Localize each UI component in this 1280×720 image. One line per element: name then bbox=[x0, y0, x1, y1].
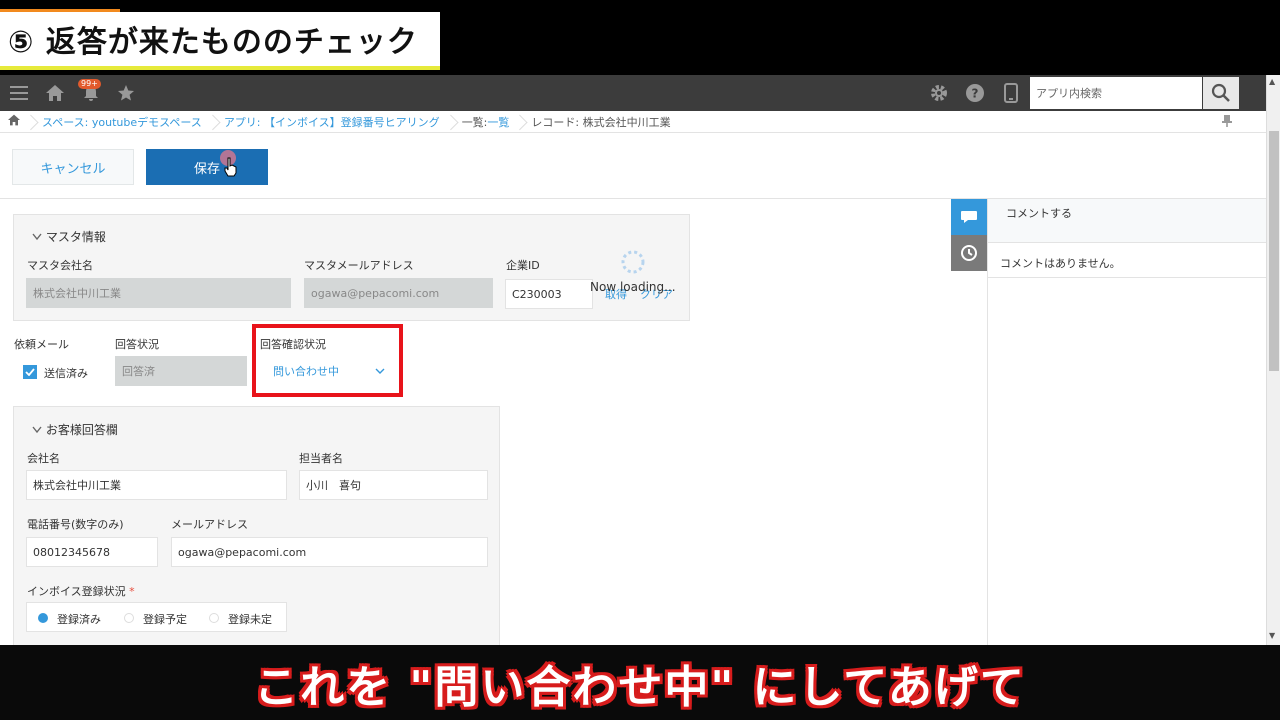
chevron-down-icon bbox=[32, 233, 42, 241]
mail-label: メールアドレス bbox=[171, 518, 248, 531]
answer-status-label: 回答状況 bbox=[115, 338, 159, 351]
breadcrumb-space[interactable]: スペース: youtubeデモスペース bbox=[42, 114, 202, 130]
comment-empty-text: コメントはありません。 bbox=[1000, 257, 1121, 270]
annotation-highlight-box bbox=[252, 324, 403, 397]
gear-icon[interactable] bbox=[928, 82, 950, 104]
scroll-up-arrow-icon[interactable]: ▲ bbox=[1269, 77, 1275, 86]
invoice-status-label-text: インボイス登録状況 bbox=[27, 585, 126, 598]
menu-icon[interactable] bbox=[8, 82, 30, 104]
chapter-banner: ⑤ 返答が来たもののチェック bbox=[0, 9, 440, 70]
master-group-title: マスタ情報 bbox=[45, 230, 106, 244]
global-header: 99+ ? bbox=[0, 75, 1266, 111]
breadcrumb-separator bbox=[208, 111, 218, 133]
cancel-button[interactable]: キャンセル bbox=[12, 149, 134, 185]
company-name-input[interactable]: 株式会社中川工業 bbox=[26, 470, 287, 500]
star-icon[interactable] bbox=[115, 82, 137, 104]
page-scrollbar[interactable]: ▲ ▼ bbox=[1266, 75, 1280, 645]
breadcrumb-app[interactable]: アプリ: 【インボイス】登録番号ヒアリング bbox=[224, 114, 440, 130]
comment-pane: コメントする コメントはありません。 bbox=[987, 199, 1267, 645]
breadcrumb: スペース: youtubeデモスペース アプリ: 【インボイス】登録番号ヒアリン… bbox=[0, 111, 1266, 133]
required-mark: * bbox=[129, 585, 135, 598]
breadcrumb-list[interactable]: 一覧 bbox=[487, 114, 509, 130]
loading-spinner-icon bbox=[621, 250, 645, 274]
help-icon[interactable]: ? bbox=[964, 82, 986, 104]
comment-input[interactable]: コメントする bbox=[988, 199, 1267, 243]
radio-planned-label: 登録予定 bbox=[143, 613, 187, 626]
sent-checkbox[interactable] bbox=[23, 365, 37, 379]
radio-registered[interactable] bbox=[38, 613, 48, 623]
breadcrumb-separator bbox=[515, 111, 525, 133]
save-button[interactable]: 保存 bbox=[146, 149, 268, 185]
loading-text: Now loading... bbox=[590, 280, 676, 294]
chapter-title: ⑤ 返答が来たもののチェック bbox=[8, 25, 418, 60]
history-tab[interactable] bbox=[951, 235, 987, 271]
subtitle-bar: これを "問い合わせ中" にしてあげて bbox=[0, 645, 1280, 720]
radio-planned[interactable] bbox=[124, 613, 134, 623]
phone-label: 電話番号(数字のみ) bbox=[27, 518, 124, 531]
breadcrumb-home-icon[interactable] bbox=[8, 114, 20, 129]
customer-group-toggle[interactable]: お客様回答欄 bbox=[32, 421, 118, 438]
customer-group-title: お客様回答欄 bbox=[45, 423, 118, 437]
notification-badge: 99+ bbox=[78, 79, 101, 89]
answer-status-field: 回答済 bbox=[115, 356, 247, 386]
breadcrumb-list-prefix: 一覧: bbox=[461, 115, 488, 129]
radio-undecided[interactable] bbox=[209, 613, 219, 623]
mail-input[interactable]: ogawa@pepacomi.com bbox=[171, 537, 488, 567]
breadcrumb-record: レコード: 株式会社中川工業 bbox=[531, 115, 671, 129]
comment-placeholder: コメントする bbox=[1006, 207, 1072, 220]
invoice-status-label: インボイス登録状況 * bbox=[27, 583, 135, 599]
request-mail-label: 依頼メール bbox=[14, 338, 69, 351]
master-email-field: ogawa@pepacomi.com bbox=[304, 278, 493, 308]
record-action-bar: キャンセル 保存 bbox=[0, 133, 1266, 199]
breadcrumb-separator bbox=[446, 111, 456, 133]
master-email-label: マスタメールアドレス bbox=[304, 259, 414, 272]
home-icon[interactable] bbox=[44, 82, 66, 104]
scroll-down-arrow-icon[interactable]: ▼ bbox=[1269, 631, 1275, 640]
master-company-label: マスタ会社名 bbox=[27, 259, 93, 272]
svg-text:?: ? bbox=[972, 87, 979, 101]
person-input[interactable]: 小川 喜句 bbox=[299, 470, 488, 500]
record-form: マスタ情報 マスタ会社名 株式会社中川工業 マスタメールアドレス ogawa@p… bbox=[0, 199, 950, 645]
subtitle-text: これを "問い合わせ中" にしてあげて bbox=[254, 661, 1026, 713]
comment-icon bbox=[961, 211, 977, 223]
master-group-toggle[interactable]: マスタ情報 bbox=[32, 228, 106, 245]
radio-undecided-label: 登録未定 bbox=[228, 613, 272, 626]
sent-checkbox-label: 送信済み bbox=[44, 367, 88, 380]
breadcrumb-separator bbox=[26, 111, 36, 133]
company-id-field[interactable]: C230003 bbox=[505, 279, 593, 309]
kintone-app: 99+ ? スペース: youtubeデモスペース アプリ: 【インボイス】登録… bbox=[0, 75, 1280, 645]
pin-icon[interactable] bbox=[1222, 115, 1232, 130]
search-button[interactable] bbox=[1203, 77, 1239, 109]
side-panel-tabs bbox=[951, 199, 987, 271]
comment-tab[interactable] bbox=[951, 199, 987, 235]
chevron-down-icon bbox=[32, 426, 42, 434]
phone-input[interactable]: 08012345678 bbox=[26, 537, 158, 567]
master-company-field: 株式会社中川工業 bbox=[26, 278, 291, 308]
mobile-icon[interactable] bbox=[1000, 82, 1022, 104]
company-id-label: 企業ID bbox=[506, 259, 540, 272]
person-label: 担当者名 bbox=[299, 452, 343, 465]
search-icon bbox=[1211, 83, 1230, 102]
radio-registered-label: 登録済み bbox=[57, 613, 101, 626]
history-icon bbox=[961, 245, 977, 261]
hand-cursor-icon bbox=[224, 157, 237, 177]
company-name-label: 会社名 bbox=[27, 452, 60, 465]
app-search-input[interactable] bbox=[1030, 77, 1202, 109]
scroll-thumb[interactable] bbox=[1269, 131, 1279, 371]
divider bbox=[988, 277, 1267, 278]
